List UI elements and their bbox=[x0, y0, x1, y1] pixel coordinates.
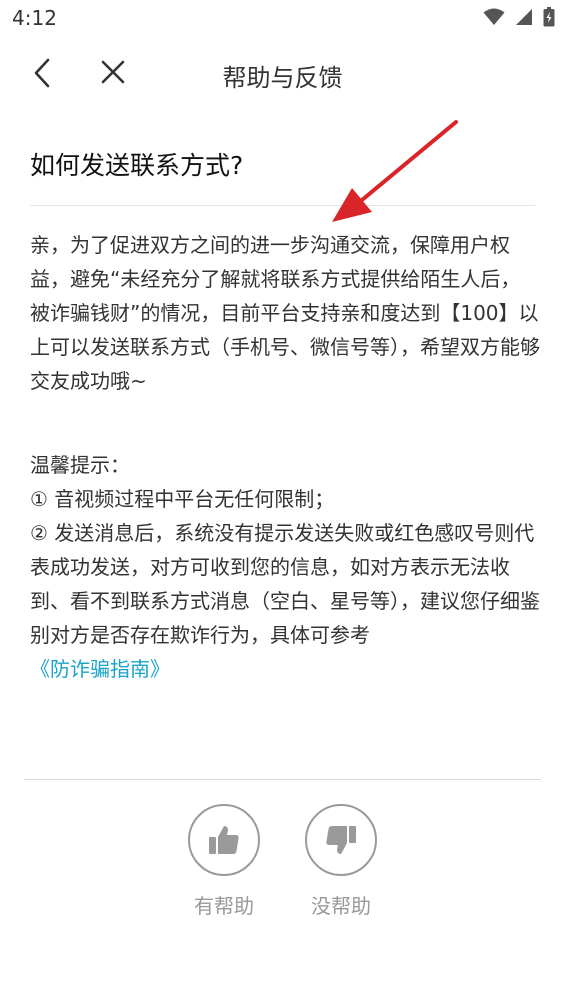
status-icons bbox=[483, 7, 555, 27]
not-helpful-label: 没帮助 bbox=[311, 894, 371, 918]
tip-item-2: ② 发送消息后，系统没有提示发送失败或红色感叹号则代表成功发送，对方可收到您的信… bbox=[30, 521, 540, 647]
annotation-arrow-icon bbox=[332, 120, 458, 222]
thumbs-down-icon bbox=[326, 826, 356, 854]
intro-paragraph: 亲，为了促进双方之间的进一步沟通交流，保障用户权益，避免“未经充分了解就将联系方… bbox=[30, 233, 540, 393]
status-bar: 4:12 bbox=[0, 0, 565, 40]
anti-fraud-guide-link[interactable]: 《防诈骗指南》 bbox=[30, 652, 170, 686]
article-body: 亲，为了促进双方之间的进一步沟通交流，保障用户权益，避免“未经充分了解就将联系方… bbox=[30, 228, 540, 686]
not-helpful-button[interactable]: 没帮助 bbox=[303, 804, 379, 919]
tip-item-1: ① 音视频过程中平台无任何限制； bbox=[30, 487, 335, 511]
helpful-button[interactable]: 有帮助 bbox=[186, 804, 262, 919]
thumbs-up-icon bbox=[209, 826, 239, 854]
question-title: 如何发送联系方式? bbox=[30, 151, 244, 180]
divider bbox=[24, 779, 541, 780]
wifi-icon bbox=[483, 8, 505, 25]
battery-icon bbox=[543, 7, 555, 27]
nav-bar: 帮助与反馈 bbox=[0, 44, 565, 104]
signal-icon bbox=[516, 9, 532, 25]
status-time: 4:12 bbox=[12, 6, 57, 30]
not-helpful-icon-circle bbox=[305, 804, 377, 876]
helpful-label: 有帮助 bbox=[194, 894, 254, 918]
divider bbox=[30, 205, 535, 206]
tips-heading: 温馨提示： bbox=[30, 453, 130, 477]
page-title: 帮助与反馈 bbox=[222, 64, 343, 92]
helpful-icon-circle bbox=[188, 804, 260, 876]
